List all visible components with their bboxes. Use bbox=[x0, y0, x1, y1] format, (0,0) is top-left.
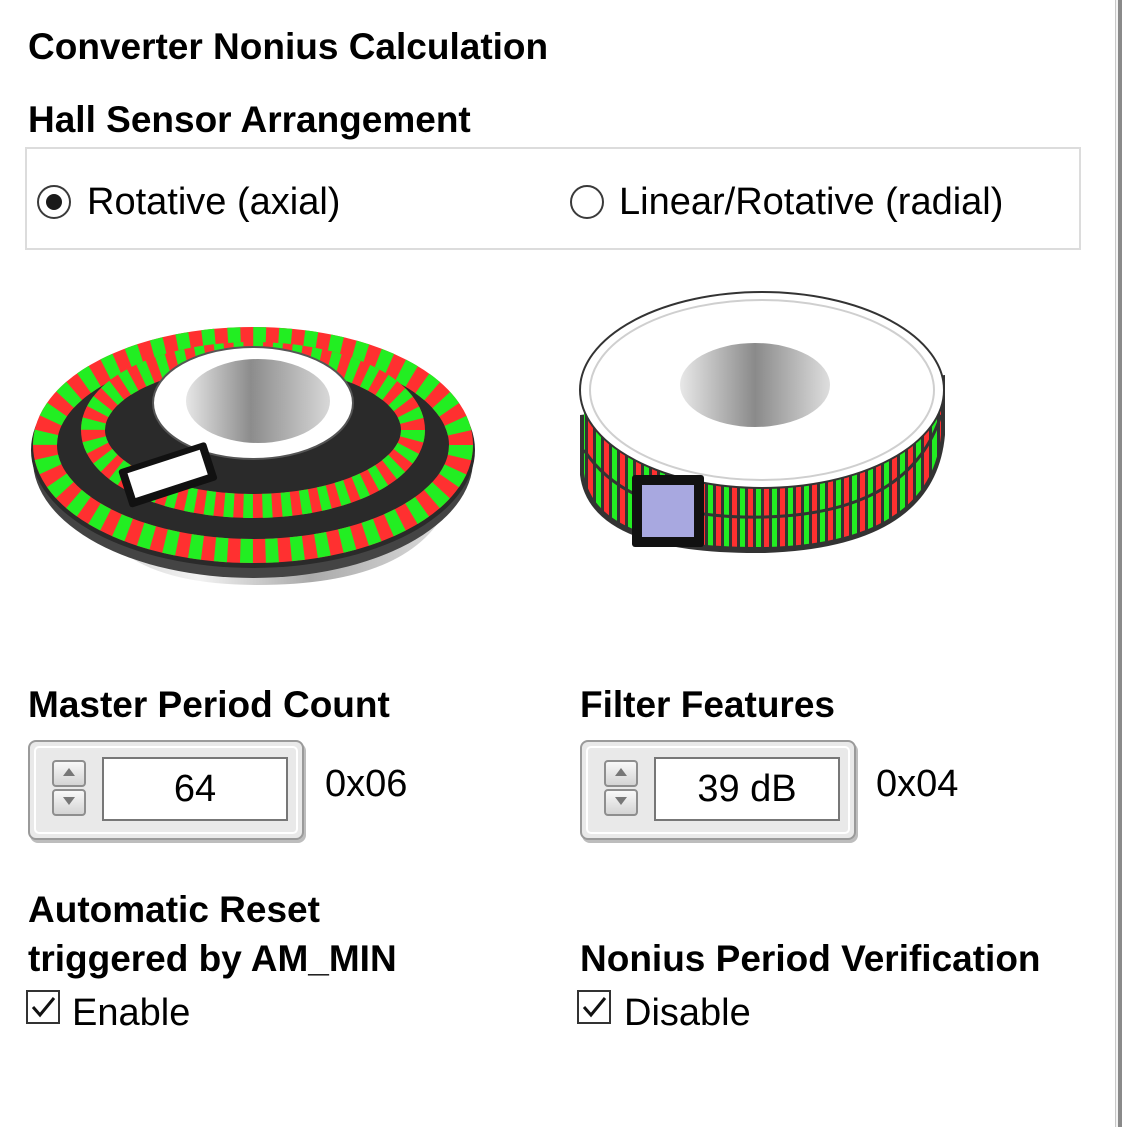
window-border bbox=[1115, 0, 1122, 1127]
master-period-heading: Master Period Count bbox=[28, 684, 390, 725]
radio-selected-dot bbox=[46, 194, 62, 210]
arrow-up-icon bbox=[615, 768, 627, 776]
checkmark-icon bbox=[582, 997, 607, 1018]
master-period-up-button[interactable] bbox=[52, 760, 86, 787]
master-period-input[interactable]: 64 bbox=[102, 757, 288, 821]
checkmark-icon bbox=[31, 997, 56, 1018]
master-period-hex: 0x06 bbox=[325, 763, 408, 805]
radial-sensor-image bbox=[579, 291, 945, 554]
arrow-down-icon bbox=[63, 797, 75, 805]
nonius-verification-heading: Nonius Period Verification bbox=[580, 938, 1041, 979]
auto-reset-checkbox[interactable] bbox=[26, 990, 60, 1024]
radial-sensor-chip bbox=[632, 475, 704, 547]
arrow-up-icon bbox=[63, 768, 75, 776]
hall-sensor-heading: Hall Sensor Arrangement bbox=[28, 99, 471, 140]
filter-features-up-button[interactable] bbox=[604, 760, 638, 787]
hall-sensor-group: Rotative (axial) Linear/Rotative (radial… bbox=[25, 147, 1081, 250]
filter-features-heading: Filter Features bbox=[580, 684, 835, 725]
master-period-spinbox[interactable]: 64 bbox=[28, 740, 304, 840]
filter-features-hex: 0x04 bbox=[876, 763, 959, 805]
filter-features-input[interactable]: 39 dB bbox=[654, 757, 840, 821]
arrow-down-icon bbox=[615, 797, 627, 805]
filter-features-down-button[interactable] bbox=[604, 789, 638, 816]
auto-reset-checkbox-label[interactable]: Enable bbox=[72, 992, 190, 1035]
auto-reset-heading-line1: Automatic Reset bbox=[28, 889, 320, 930]
page-title: Converter Nonius Calculation bbox=[28, 26, 549, 67]
radio-rotative-axial-label[interactable]: Rotative (axial) bbox=[87, 181, 340, 224]
auto-reset-heading-line2: triggered by AM_MIN bbox=[28, 938, 397, 979]
filter-features-spinbox[interactable]: 39 dB bbox=[580, 740, 856, 840]
radio-linear-radial[interactable] bbox=[570, 185, 604, 219]
axial-sensor-image bbox=[31, 327, 475, 585]
radio-linear-radial-label[interactable]: Linear/Rotative (radial) bbox=[619, 181, 1003, 224]
radio-rotative-axial[interactable] bbox=[37, 185, 71, 219]
nonius-verification-checkbox-label[interactable]: Disable bbox=[624, 992, 751, 1035]
master-period-down-button[interactable] bbox=[52, 789, 86, 816]
nonius-verification-checkbox[interactable] bbox=[577, 990, 611, 1024]
